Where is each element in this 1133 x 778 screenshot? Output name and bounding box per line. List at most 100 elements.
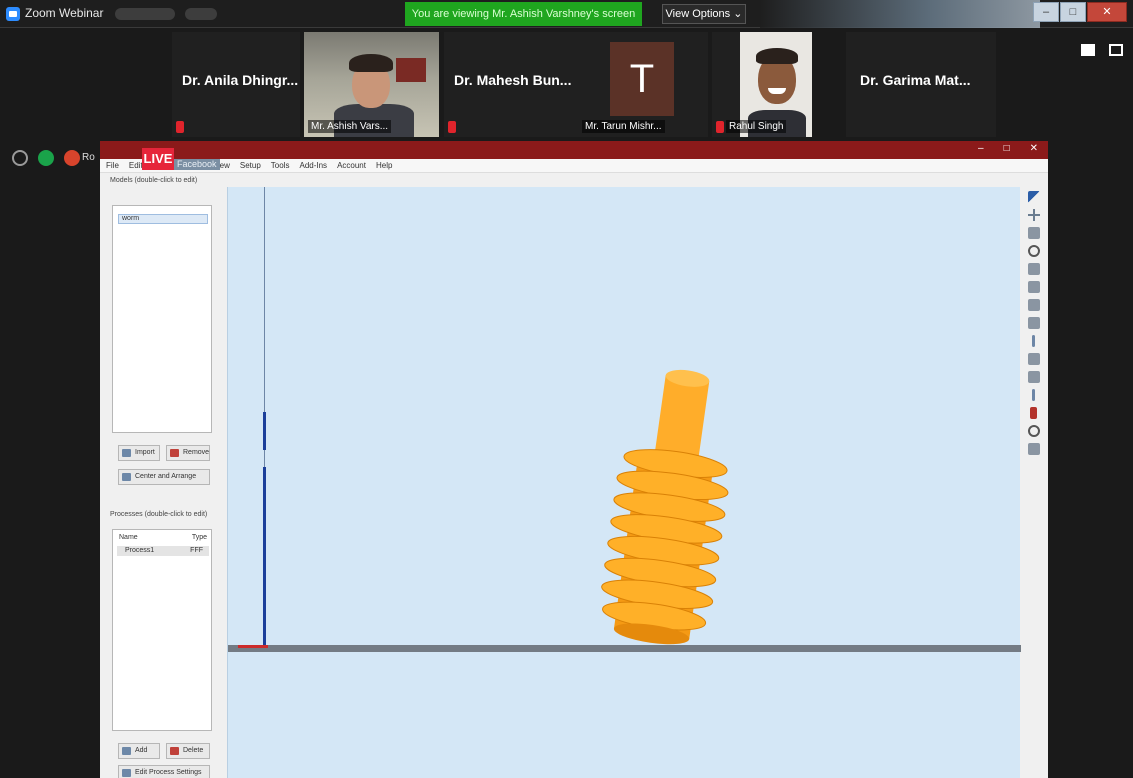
participant-tile[interactable]: Dr. Mahesh Bun... [444, 32, 594, 137]
build-plate-icon[interactable] [1028, 353, 1040, 365]
center-arrange-button[interactable]: Center and Arrange [118, 469, 210, 485]
participant-video-tile[interactable]: Mr. Ashish Vars... [304, 32, 439, 137]
participant-label: Mr. Tarun Mishr... [582, 120, 665, 133]
edit-process-settings-button[interactable]: Edit Process Settings [118, 765, 210, 778]
view-side-icon[interactable] [1028, 317, 1040, 329]
zoom-logo-icon [6, 7, 20, 21]
participant-name: Dr. Garima Mat... [860, 72, 971, 88]
close-button[interactable]: ✕ [1087, 2, 1127, 22]
layout-controls [1081, 44, 1123, 56]
menu-add-ins[interactable]: Add-Ins [299, 159, 327, 172]
minimize-button[interactable]: – [1033, 2, 1059, 22]
import-button-label: Import [135, 449, 155, 456]
viewing-screen-banner: You are viewing Mr. Ashish Varshney's sc… [405, 2, 642, 26]
zoom-fit-icon[interactable] [1028, 227, 1040, 239]
z-axis-marker [263, 412, 266, 450]
security-shield-icon[interactable] [38, 150, 54, 166]
participant-name: Dr. Mahesh Bun... [454, 72, 572, 88]
live-badge: LIVE [142, 148, 174, 170]
add-button-label: Add [135, 747, 148, 754]
edit-settings-label: Edit Process Settings [135, 769, 202, 776]
app-minimize-button[interactable]: – [978, 143, 984, 154]
import-icon [122, 449, 131, 457]
app-maximize-button[interactable]: □ [1004, 143, 1010, 154]
blurred-tab [115, 8, 175, 20]
settings-view-icon[interactable] [1028, 443, 1040, 455]
menu-account[interactable]: Account [337, 159, 366, 172]
shared-app-window: – □ ✕ File Edit View Setup Tools Add-Ins… [100, 141, 1048, 778]
participant-tile[interactable]: Dr. Garima Mat... [846, 32, 996, 137]
view-iso-icon[interactable] [1028, 263, 1040, 275]
processes-caption: Processes (double-click to edit) [110, 511, 208, 518]
menu-edit[interactable]: Edit [129, 159, 143, 172]
menu-setup[interactable]: Setup [240, 159, 261, 172]
participant-avatar: T [610, 42, 674, 116]
mic-muted-icon [716, 121, 724, 133]
window-controls: – □ ✕ [1033, 2, 1127, 22]
axis-toggle-icon[interactable] [1032, 335, 1035, 347]
column-type: Type [191, 534, 207, 541]
view-top-icon[interactable] [1028, 299, 1040, 311]
mic-muted-icon [176, 121, 184, 133]
models-caption: Models (double-click to edit) [110, 177, 198, 184]
circle-tool-icon[interactable] [1028, 425, 1040, 437]
view-options-button[interactable]: View Options ⌄ [662, 4, 746, 24]
delete-icon [170, 747, 179, 755]
process-name: Process1 [125, 547, 155, 554]
add-process-button[interactable]: Add [118, 743, 160, 759]
app-close-button[interactable]: ✕ [1030, 143, 1038, 154]
menu-tools[interactable]: Tools [271, 159, 290, 172]
center-arrange-icon [122, 473, 131, 481]
participant-hair [756, 48, 798, 64]
view-front-icon[interactable] [1028, 281, 1040, 293]
participant-video-tile[interactable]: Rahul Singh [712, 32, 812, 137]
processes-table[interactable]: Name Type Process1 FFF [112, 529, 212, 731]
background-poster [396, 58, 426, 82]
participant-tile[interactable]: Dr. Anila Dhingr... [172, 32, 300, 137]
model-list-item[interactable]: worm [118, 214, 208, 224]
mic-muted-icon [448, 121, 456, 133]
z-axis-indicator [263, 467, 266, 645]
zoom-titlebar: Zoom Webinar You are viewing Mr. Ashish … [0, 0, 1133, 28]
window-title: Zoom Webinar [25, 6, 104, 20]
participant-label: Mr. Ashish Vars... [308, 120, 392, 133]
participant-strip: Dr. Anila Dhingr... Mr. Ashish Vars... D… [0, 28, 1133, 140]
process-type: FFF [190, 547, 203, 554]
move-icon[interactable] [1028, 209, 1040, 221]
remove-icon [170, 449, 179, 457]
remove-button[interactable]: Remove [166, 445, 210, 461]
3d-viewport[interactable] [227, 187, 1021, 778]
recording-label: Ro [82, 152, 95, 163]
recording-icon[interactable] [64, 150, 80, 166]
maximize-button[interactable]: □ [1060, 2, 1086, 22]
import-button[interactable]: Import [118, 445, 160, 461]
table-row[interactable]: Process1 FFF [117, 546, 209, 556]
measure-icon[interactable] [1032, 389, 1035, 401]
support-icon[interactable] [1030, 407, 1037, 419]
participant-tile[interactable]: T Mr. Tarun Mishr... [578, 32, 708, 137]
zoom-right-gutter [1048, 141, 1133, 778]
app-menubar: File Edit View Setup Tools Add-Ins Accou… [100, 159, 1048, 173]
settings-icon [122, 769, 131, 777]
delete-process-button[interactable]: Delete [166, 743, 210, 759]
menu-file[interactable]: File [106, 159, 119, 172]
fullscreen-icon[interactable] [1109, 44, 1123, 56]
timer-icon [12, 150, 28, 166]
worm-gear-model[interactable] [588, 367, 748, 657]
app-titlebar: – □ ✕ [100, 141, 1048, 159]
speaker-view-icon[interactable] [1081, 44, 1095, 56]
participant-label: Rahul Singh [726, 120, 787, 133]
app-window-controls: – □ ✕ [978, 143, 1038, 154]
select-arrow-icon[interactable] [1028, 191, 1040, 203]
section-view-icon[interactable] [1028, 371, 1040, 383]
left-panel: Models (double-click to edit) worm Impor… [106, 175, 218, 778]
rotate-icon[interactable] [1028, 245, 1040, 257]
column-name: Name [119, 534, 138, 541]
menu-help[interactable]: Help [376, 159, 392, 172]
models-list[interactable]: worm [112, 205, 212, 433]
view-toolbar [1026, 187, 1042, 587]
blurred-tab [185, 8, 217, 20]
x-axis-marker [238, 645, 268, 648]
stream-destination-label: Facebook [174, 159, 220, 170]
processes-table-header: Name Type [119, 534, 207, 541]
